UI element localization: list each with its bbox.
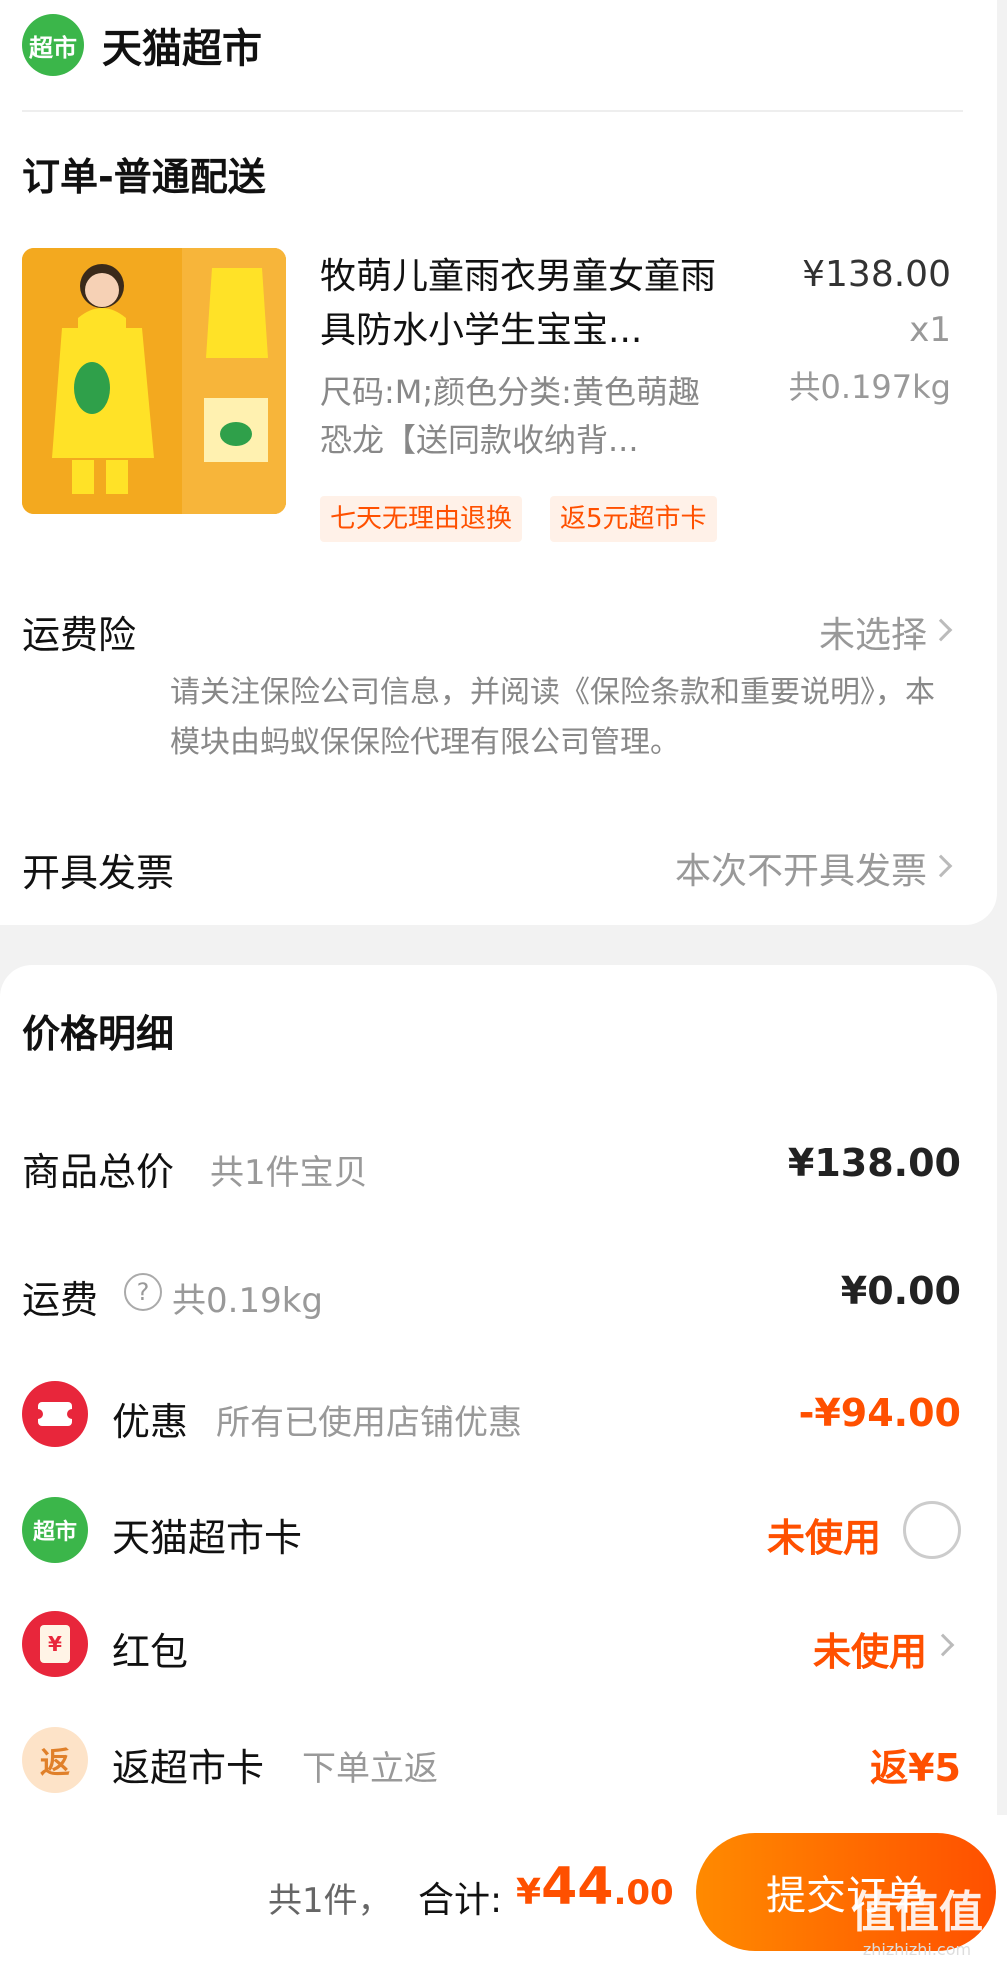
chevron-right-icon[interactable] [929, 854, 953, 878]
invoice-value[interactable]: 本次不开具发票 [675, 842, 927, 894]
watermark-logo: 值值值 zhizhizhi.com [851, 1887, 983, 1959]
divider [22, 110, 963, 112]
price-detail-card: 价格明细 商品总价 共1件宝贝 ¥138.00 运费 ? 共0.19kg ¥0.… [0, 965, 997, 1815]
cashback-icon: 返 [22, 1727, 88, 1793]
shipping-insurance-value[interactable]: 未选择 [819, 606, 927, 658]
order-card: 超市 天猫超市 订单-普通配送 牧萌儿童雨衣男童女童雨具防水小学生宝宝... 尺… [0, 0, 997, 925]
red-packet-label: 红包 [112, 1630, 189, 1674]
product-weight: 共0.197kg [788, 368, 951, 406]
tmall-card-value: 未使用 [766, 1516, 881, 1560]
discount-label: 优惠 [112, 1400, 189, 1444]
product-title[interactable]: 牧萌儿童雨衣男童女童雨具防水小学生宝宝... [320, 250, 740, 358]
insurance-note: 请关注保险公司信息，并阅读《保险条款和重要说明》，本模块由蚂蚁保保险代理有限公司… [170, 675, 935, 760]
shipping-insurance-label: 运费险 [22, 613, 137, 657]
cashback-label: 返超市卡 [112, 1746, 265, 1790]
store-name: 天猫超市 [102, 26, 262, 72]
product-qty: x1 [909, 310, 951, 350]
checkout-bar: 共1件， 合计: ¥44.00 提交订单 值值值 zhizhizhi.com [0, 1815, 1007, 1973]
help-icon[interactable]: ? [124, 1273, 162, 1311]
product-spec[interactable]: 尺码:M;颜色分类:黄色萌趣恐龙【送同款收纳背... [320, 368, 730, 464]
goods-total-label: 商品总价 [22, 1150, 175, 1194]
cashback-row: 返 返超市卡 下单立返 返¥5 [0, 1727, 997, 1793]
discount-sub: 所有已使用店铺优惠 [216, 1403, 522, 1443]
goods-total-row: 商品总价 共1件宝贝 ¥138.00 [0, 1135, 997, 1195]
cashback-sub: 下单立返 [302, 1749, 438, 1789]
product-illustration [22, 248, 286, 514]
chevron-right-icon[interactable] [929, 618, 953, 642]
shipping-weight: 共0.19kg [172, 1281, 323, 1321]
red-packet-row[interactable]: ¥ 红包 未使用 [0, 1611, 997, 1677]
product-price: ¥138.00 [802, 254, 951, 295]
store-logo: 超市 [22, 14, 84, 76]
tmall-card-label: 天猫超市卡 [112, 1516, 303, 1560]
shipping-fee-row: 运费 ? 共0.19kg ¥0.00 [0, 1263, 997, 1323]
invoice-label: 开具发票 [22, 851, 175, 895]
price-detail-title: 价格明细 [22, 1012, 175, 1056]
red-packet-icon: ¥ [22, 1611, 88, 1677]
supermarket-card-icon: 超市 [22, 1497, 88, 1563]
shipping-fee-value: ¥0.00 [840, 1269, 961, 1313]
red-packet-value: 未使用 [812, 1630, 927, 1674]
item-count: 共1件， [268, 1881, 392, 1921]
total-label: 合计: [418, 1880, 503, 1921]
coupon-icon [22, 1381, 88, 1447]
discount-row[interactable]: 优惠 所有已使用店铺优惠 -¥94.00 [0, 1381, 997, 1447]
shipping-fee-label: 运费 [22, 1278, 99, 1322]
store-header[interactable]: 超市 天猫超市 [22, 14, 262, 76]
tmall-card-row[interactable]: 超市 天猫超市卡 未使用 [0, 1497, 997, 1563]
total-amount: ¥44.00 [516, 1857, 674, 1917]
chevron-right-icon[interactable] [931, 1633, 955, 1657]
cashback-value: 返¥5 [870, 1746, 961, 1790]
goods-total-sub: 共1件宝贝 [210, 1153, 368, 1193]
tag-cashback: 返5元超市卡 [550, 496, 717, 542]
product-image[interactable] [22, 248, 286, 514]
goods-total-value: ¥138.00 [787, 1141, 961, 1185]
order-section-title: 订单-普通配送 [22, 155, 266, 199]
tag-return-policy: 七天无理由退换 [320, 496, 523, 542]
tmall-card-radio[interactable] [903, 1501, 961, 1559]
discount-value: -¥94.00 [798, 1391, 961, 1435]
